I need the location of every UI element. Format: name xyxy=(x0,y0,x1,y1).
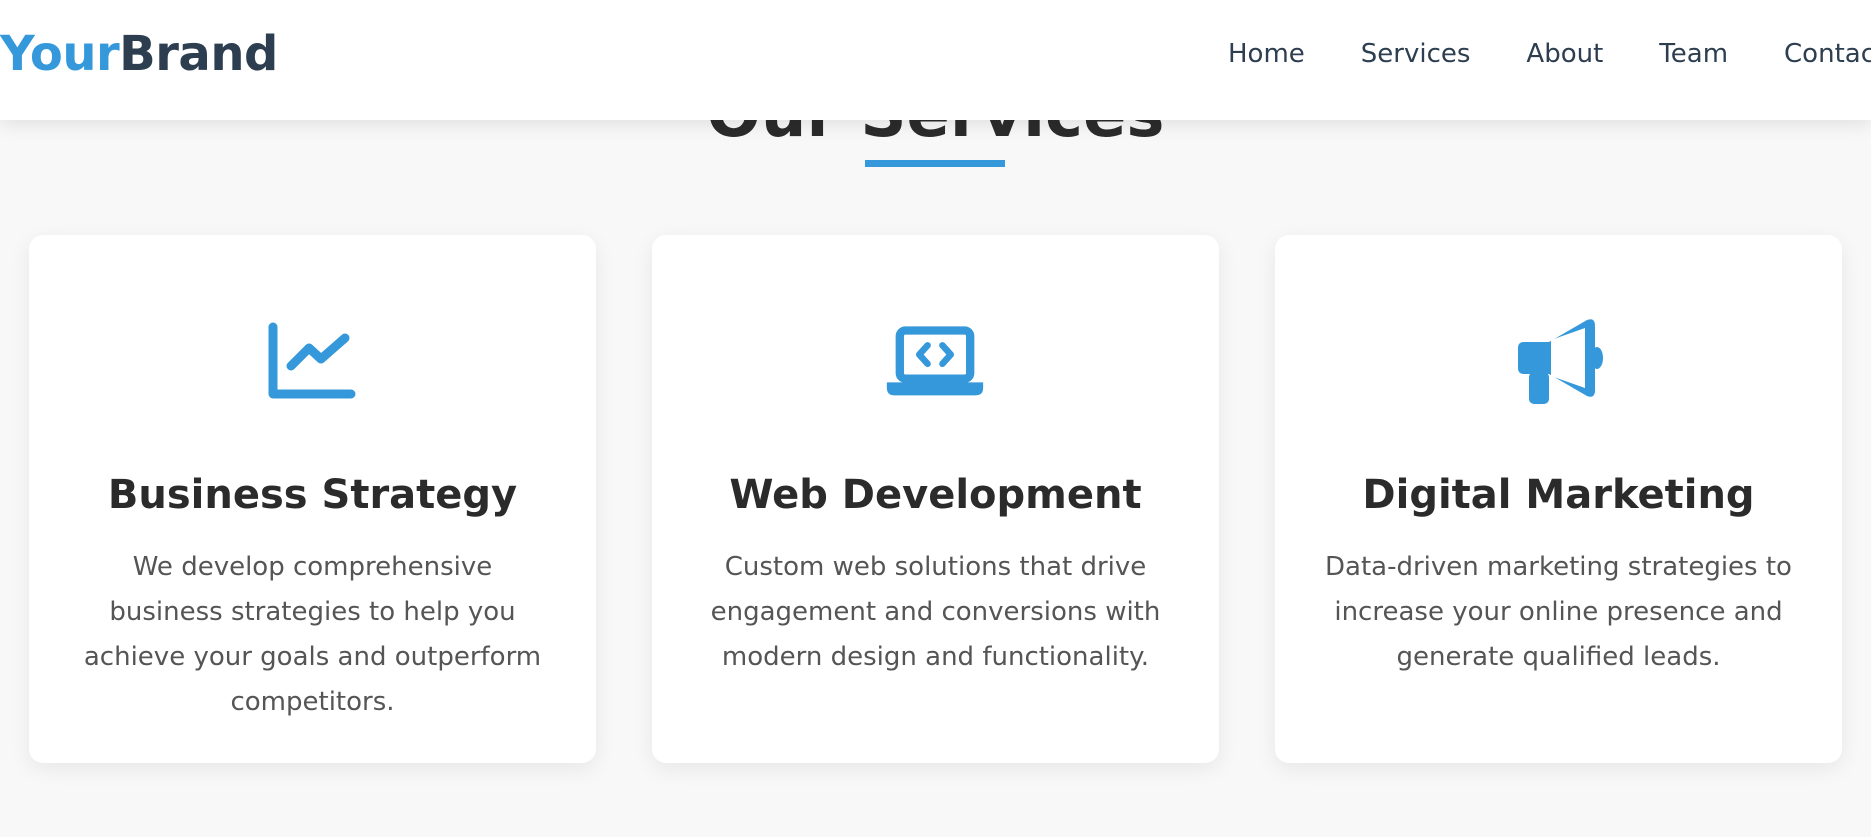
nav-link-services[interactable]: Services xyxy=(1361,36,1471,72)
title-underline xyxy=(865,160,1005,167)
nav-link-home[interactable]: Home xyxy=(1228,36,1305,72)
brand-logo[interactable]: YourBrand xyxy=(0,22,278,86)
card-description: We develop comprehensive business strate… xyxy=(83,552,542,717)
megaphone-icon xyxy=(1508,317,1608,407)
nav-link-contact[interactable]: Contact xyxy=(1784,36,1871,72)
page: Our Services YourBrand Home Services Abo… xyxy=(0,0,1871,837)
card-title: Business Strategy xyxy=(107,472,518,518)
service-card-web-development: Web Development Custom web solutions tha… xyxy=(652,235,1219,763)
brand-logo-part2: Brand xyxy=(119,26,278,82)
laptop-code-icon xyxy=(885,317,985,407)
chart-line-icon xyxy=(262,317,362,407)
site-header: YourBrand Home Services About Team Conta… xyxy=(0,0,1871,120)
service-card-business-strategy: Business Strategy We develop comprehensi… xyxy=(29,235,596,763)
service-card-digital-marketing: Digital Marketing Data-driven marketing … xyxy=(1275,235,1842,763)
card-description: Data-driven marketing strategies to incr… xyxy=(1325,552,1792,672)
card-title: Web Development xyxy=(729,472,1142,518)
nav-link-team[interactable]: Team xyxy=(1659,36,1728,72)
main-nav: Home Services About Team Contact xyxy=(1228,36,1871,72)
nav-link-about[interactable]: About xyxy=(1526,36,1603,72)
brand-logo-part1: Your xyxy=(0,26,120,82)
card-description: Custom web solutions that drive engageme… xyxy=(710,552,1161,672)
card-title: Digital Marketing xyxy=(1362,472,1755,518)
